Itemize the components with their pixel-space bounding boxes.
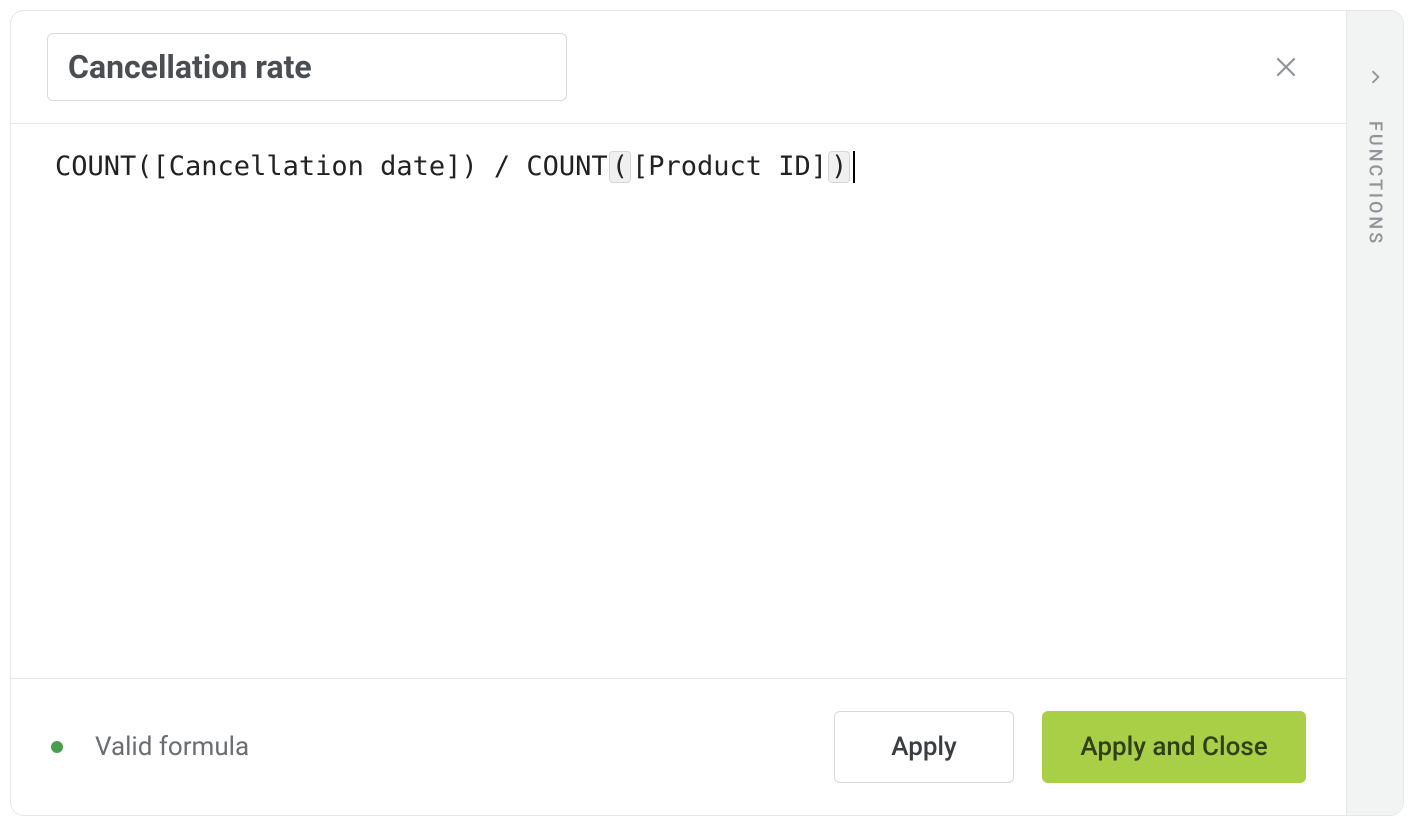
text-caret [853, 151, 855, 183]
title-row [11, 11, 1346, 124]
functions-sidebar-collapsed[interactable]: FUNCTIONS [1346, 11, 1403, 815]
apply-and-close-button[interactable]: Apply and Close [1042, 711, 1306, 783]
formula-content: COUNT([Cancellation date]) / COUNT([Prod… [55, 148, 1302, 186]
close-icon [1273, 54, 1299, 80]
footer-bar: Valid formula Apply Apply and Close [11, 678, 1346, 815]
close-button[interactable] [1266, 47, 1306, 87]
expand-sidebar-button[interactable] [1359, 61, 1391, 93]
functions-panel-label: FUNCTIONS [1365, 121, 1386, 246]
matched-bracket: ( [609, 151, 631, 183]
validation-status-text: Valid formula [95, 732, 249, 762]
matched-bracket: ) [828, 151, 850, 183]
formula-textarea[interactable]: COUNT([Cancellation date]) / COUNT([Prod… [11, 124, 1346, 678]
apply-button[interactable]: Apply [834, 711, 1014, 783]
main-column: COUNT([Cancellation date]) / COUNT([Prod… [11, 11, 1346, 815]
status-indicator-dot [51, 741, 63, 753]
formula-editor-dialog: COUNT([Cancellation date]) / COUNT([Prod… [10, 10, 1404, 816]
chevron-right-icon [1365, 67, 1385, 87]
formula-name-input[interactable] [47, 33, 567, 101]
